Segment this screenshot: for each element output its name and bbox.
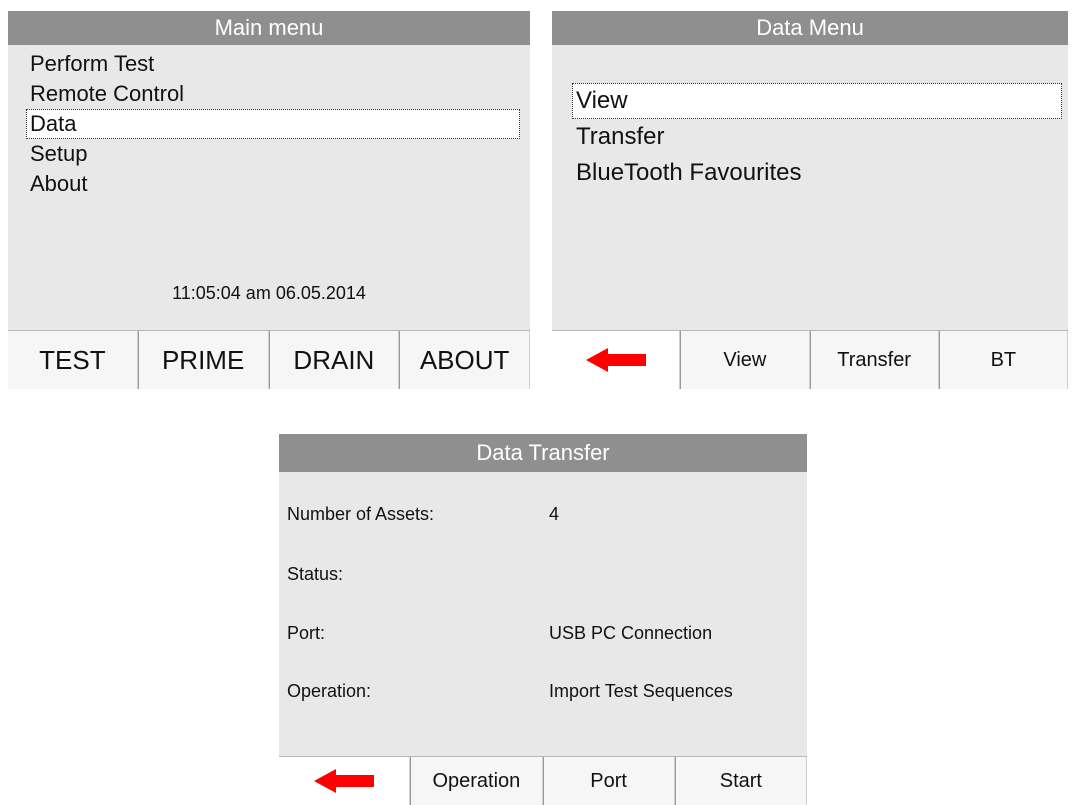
main-menu-list: Perform Test Remote Control Data Setup A… — [26, 49, 520, 199]
data-menu-list: View Transfer BlueTooth Favourites — [572, 83, 1062, 191]
about-button[interactable]: ABOUT — [399, 331, 530, 389]
field-row-operation: Operation: Import Test Sequences — [287, 676, 799, 706]
data-menu-title: Data Menu — [552, 11, 1068, 45]
data-menu-screen: Data Menu View Transfer BlueTooth Favour… — [552, 11, 1068, 389]
data-transfer-softkeys: Operation Port Start — [279, 756, 807, 805]
back-button[interactable] — [279, 757, 411, 805]
menu-item-data[interactable]: Data — [26, 109, 520, 139]
operation-label: Operation: — [287, 681, 372, 701]
menu-item-view[interactable]: View — [572, 83, 1062, 119]
back-arrow-icon — [314, 769, 375, 793]
data-menu-softkeys: View Transfer BT — [552, 330, 1068, 389]
main-menu-screen: Main menu Perform Test Remote Control Da… — [8, 11, 530, 389]
menu-item-remote-control[interactable]: Remote Control — [26, 79, 520, 109]
data-transfer-screen: Data Transfer Number of Assets: 4 Status… — [279, 434, 807, 805]
datetime-display: 11:05:04 am 06.05.2014 — [172, 283, 366, 303]
field-row-number-of-assets: Number of Assets: 4 — [287, 499, 799, 529]
port-button[interactable]: Port — [542, 757, 675, 805]
back-button[interactable] — [552, 331, 681, 389]
back-arrow-icon — [585, 348, 646, 372]
start-button[interactable]: Start — [674, 757, 807, 805]
main-menu-softkeys: TEST PRIME DRAIN ABOUT — [8, 330, 530, 389]
main-menu-title: Main menu — [8, 11, 530, 45]
port-label: Port: — [287, 623, 326, 643]
number-of-assets-label: Number of Assets: — [287, 504, 435, 524]
port-value: USB PC Connection — [549, 623, 713, 643]
menu-item-transfer[interactable]: Transfer — [572, 119, 1062, 155]
transfer-button[interactable]: Transfer — [809, 331, 939, 389]
test-button[interactable]: TEST — [8, 331, 138, 389]
view-button[interactable]: View — [680, 331, 810, 389]
drain-button[interactable]: DRAIN — [268, 331, 400, 389]
status-label: Status: — [287, 564, 344, 584]
operation-value: Import Test Sequences — [549, 681, 733, 701]
operation-button[interactable]: Operation — [410, 757, 543, 805]
data-transfer-title: Data Transfer — [279, 434, 807, 472]
prime-button[interactable]: PRIME — [137, 331, 269, 389]
field-row-port: Port: USB PC Connection — [287, 618, 799, 648]
menu-item-setup[interactable]: Setup — [26, 139, 520, 169]
menu-item-bluetooth-favourites[interactable]: BlueTooth Favourites — [572, 155, 1062, 191]
field-row-status: Status: — [287, 559, 799, 589]
bt-button[interactable]: BT — [938, 331, 1068, 389]
menu-item-perform-test[interactable]: Perform Test — [26, 49, 520, 79]
number-of-assets-value: 4 — [549, 504, 560, 524]
menu-item-about[interactable]: About — [26, 169, 520, 199]
